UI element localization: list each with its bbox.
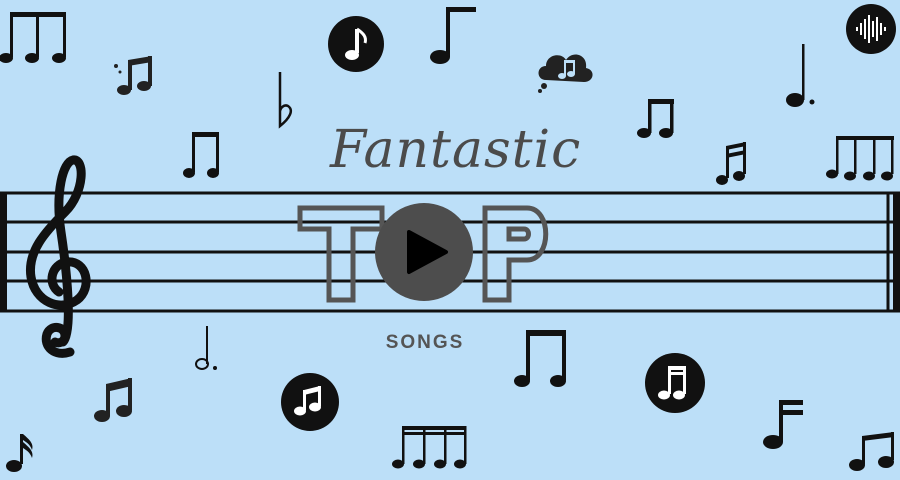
beamed-notes-icon — [392, 426, 467, 469]
sixteenth-note-icon — [763, 400, 803, 449]
music-note-icon — [114, 56, 152, 95]
music-note-circle-icon — [328, 16, 384, 72]
title-letter-p — [482, 205, 549, 303]
music-note-circle-icon — [281, 373, 339, 431]
beamed-notes-icon — [826, 136, 894, 181]
beamed-notes-icon — [637, 99, 674, 138]
sixteenth-notes-icon — [716, 142, 746, 185]
beamed-notes-icon — [849, 432, 894, 471]
beamed-notes-icon — [183, 132, 219, 178]
audio-wave-icon — [846, 4, 896, 54]
subtitle: SONGS — [385, 332, 465, 353]
treble-clef-icon — [25, 155, 91, 358]
beamed-notes-icon — [514, 330, 566, 387]
beamed-notes-icon — [0, 12, 66, 63]
dotted-half-note-icon — [786, 44, 815, 107]
play-button[interactable] — [374, 202, 474, 302]
dotted-half-note-icon — [195, 326, 217, 370]
music-note-circle-icon — [645, 353, 705, 413]
cloud-music-icon — [538, 54, 593, 93]
sixteenth-note-icon — [6, 434, 33, 472]
flat-icon — [278, 72, 292, 129]
music-note-icon — [94, 378, 132, 422]
title-script: Fantastic — [330, 120, 582, 180]
eighth-note-icon — [430, 7, 476, 64]
